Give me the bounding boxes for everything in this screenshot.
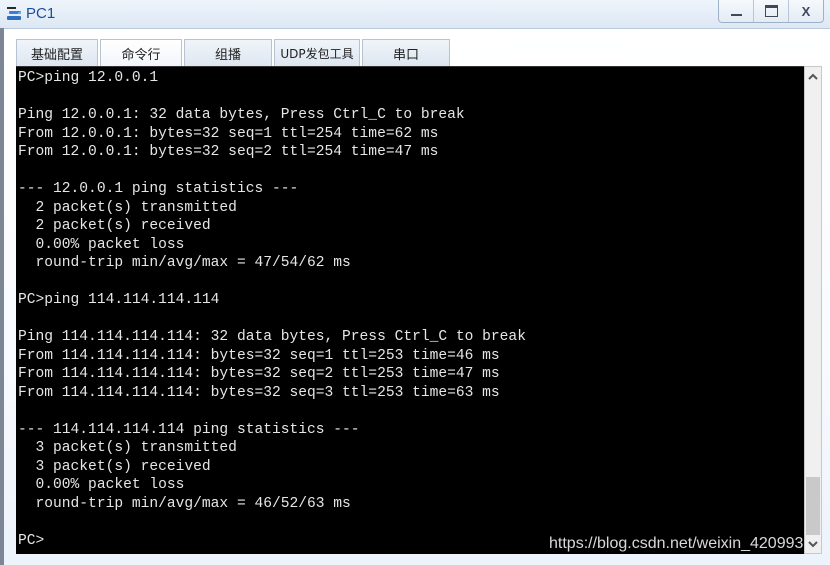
terminal-line: From 12.0.0.1: bytes=32 seq=2 ttl=254 ti…	[18, 144, 439, 160]
window-controls: X	[718, 0, 824, 23]
close-button[interactable]: X	[788, 0, 823, 22]
chevron-down-icon	[808, 540, 818, 547]
terminal-line: 3 packet(s) transmitted	[18, 440, 237, 456]
maximize-icon	[764, 5, 778, 17]
tab-multicast[interactable]: 组播	[184, 39, 272, 66]
network-pc-icon	[7, 7, 21, 20]
terminal-line: 0.00% packet loss	[18, 236, 185, 253]
terminal-line: PC>	[18, 532, 45, 549]
terminal-scrollbar[interactable]	[804, 66, 822, 554]
tab-label: UDP发包工具	[280, 46, 354, 61]
tab-command-line[interactable]: 命令行	[100, 39, 182, 66]
minimize-button[interactable]	[719, 0, 753, 22]
tab-basic-config[interactable]: 基础配置	[16, 39, 98, 66]
tab-label: 组播	[214, 47, 241, 63]
minimize-icon	[730, 14, 742, 16]
terminal-line: round-trip min/avg/max = 46/52/63 ms	[18, 495, 351, 512]
terminal-line: From 12.0.0.1: bytes=32 seq=1 ttl=254 ti…	[18, 125, 439, 142]
tab-serial[interactable]: 串口	[362, 39, 450, 66]
tab-label: 命令行	[121, 47, 161, 63]
terminal-line: PC>ping 114.114.114.114	[18, 292, 220, 308]
scroll-thumb[interactable]	[806, 477, 820, 535]
terminal-console[interactable]: PC>ping 12.0.0.1 Ping 12.0.0.1: 32 data b…	[16, 66, 804, 554]
terminal-line: --- 114.114.114.114 ping statistics ---	[18, 421, 360, 438]
chevron-up-icon	[808, 73, 818, 80]
title-bar[interactable]: PC1 X	[0, 0, 830, 29]
terminal-line: Ping 12.0.0.1: 32 data bytes, Press Ctrl…	[18, 107, 465, 123]
terminal-line: --- 12.0.0.1 ping statistics ---	[18, 181, 299, 197]
terminal-line: From 114.114.114.114: bytes=32 seq=1 ttl…	[18, 347, 500, 364]
scroll-down-button[interactable]	[805, 535, 821, 553]
terminal-line: 0.00% packet loss	[18, 477, 185, 493]
terminal-line: 2 packet(s) transmitted	[18, 199, 237, 216]
tab-bar: 基础配置 命令行 组播 UDP发包工具 串口	[16, 39, 452, 67]
terminal-line: PC>ping 12.0.0.1	[18, 70, 159, 86]
terminal-output[interactable]: PC>ping 12.0.0.1 Ping 12.0.0.1: 32 data b…	[18, 69, 526, 550]
terminal-line: Ping 114.114.114.114: 32 data bytes, Pre…	[18, 329, 526, 345]
terminal-line: From 114.114.114.114: bytes=32 seq=2 ttl…	[18, 366, 500, 382]
terminal-line: 2 packet(s) received	[18, 218, 211, 234]
terminal-line: 3 packet(s) received	[18, 458, 211, 475]
terminal-line: From 114.114.114.114: bytes=32 seq=3 ttl…	[18, 384, 500, 401]
scroll-up-button[interactable]	[805, 67, 821, 85]
tab-label: 基础配置	[30, 47, 83, 63]
window-title: PC1	[26, 5, 56, 22]
close-icon: X	[801, 3, 811, 19]
watermark-text: https://blog.csdn.net/weixin_420993	[549, 535, 804, 552]
tab-udp-tool[interactable]: UDP发包工具	[274, 39, 360, 66]
maximize-button[interactable]	[753, 0, 788, 22]
terminal-line: round-trip min/avg/max = 47/54/62 ms	[18, 255, 351, 271]
tab-label: 串口	[392, 47, 419, 63]
